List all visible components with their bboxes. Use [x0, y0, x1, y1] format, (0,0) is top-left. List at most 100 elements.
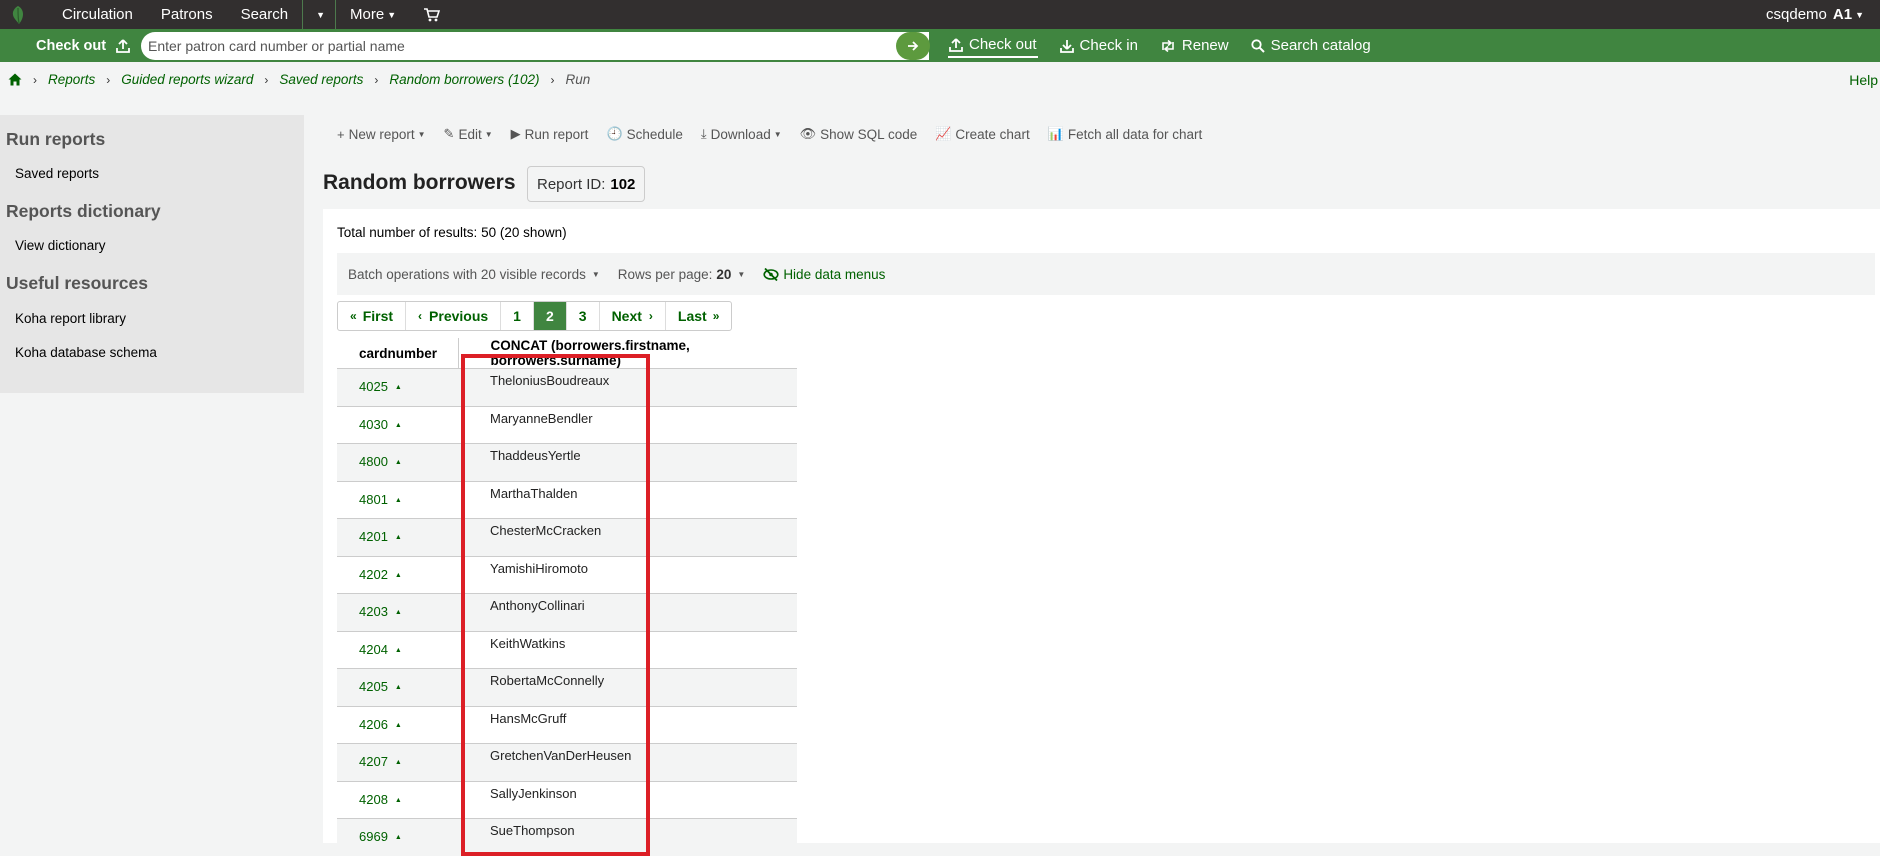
- create-chart-button[interactable]: 📈 Create chart: [935, 126, 1029, 142]
- new-report-button[interactable]: + New report ▼: [337, 127, 426, 142]
- caret-up-icon[interactable]: ▲: [395, 797, 402, 804]
- pagination-page-2[interactable]: 2: [533, 302, 567, 330]
- cardnumber-link[interactable]: 4201: [359, 529, 388, 544]
- cardnumber-link[interactable]: 6969: [359, 829, 388, 844]
- results-total: Total number of results: 50 (20 shown): [337, 225, 567, 240]
- caret-up-icon[interactable]: ▲: [395, 722, 402, 729]
- fetch-all-data-button[interactable]: 📊 Fetch all data for chart: [1048, 126, 1203, 142]
- quick-search-catalog-link[interactable]: Search catalog: [1251, 29, 1371, 62]
- caret-up-icon[interactable]: ▲: [395, 684, 402, 691]
- sidebar-item-koha-database-schema[interactable]: Koha database schema: [0, 345, 157, 360]
- caret-up-icon[interactable]: ▲: [395, 384, 402, 391]
- sidebar-item-saved-reports[interactable]: Saved reports: [0, 166, 99, 181]
- sidebar: Run reports Saved reports Reports dictio…: [0, 115, 304, 393]
- run-report-button[interactable]: ▶ Run report: [511, 126, 589, 142]
- eye-icon: 👁: [799, 126, 817, 141]
- clock-icon: 🕘: [606, 126, 623, 141]
- results-table: cardnumber CONCAT (borrowers.firstname, …: [337, 338, 797, 856]
- nav-search-dropdown[interactable]: ▼: [303, 0, 335, 29]
- cardnumber-link[interactable]: 4801: [359, 492, 388, 507]
- caret-down-icon: ▼: [316, 9, 326, 20]
- eye-slash-icon: [763, 267, 779, 281]
- sidebar-item-view-dictionary[interactable]: View dictionary: [0, 238, 106, 253]
- pagination-previous[interactable]: ‹ Previous: [406, 302, 502, 330]
- table-row: 4204 ▲ KeithWatkins: [337, 630, 797, 669]
- download-label: Download: [710, 126, 771, 142]
- nav-circulation[interactable]: Circulation: [48, 0, 147, 29]
- table-row: 4201 ▲ ChesterMcCracken: [337, 518, 797, 556]
- pagination-previous-label: Previous: [429, 308, 489, 324]
- borrower-name-cell: KeithWatkins: [458, 630, 797, 669]
- breadcrumb-reports[interactable]: Reports: [48, 72, 95, 87]
- user-menu[interactable]: csqdemo A1 ▼: [1766, 0, 1864, 29]
- caret-up-icon[interactable]: ▲: [395, 609, 402, 616]
- cardnumber-link[interactable]: 4800: [359, 454, 388, 469]
- column-header-cardnumber[interactable]: cardnumber: [337, 338, 459, 369]
- rows-per-page-value: 20: [716, 266, 732, 282]
- pagination-page-3[interactable]: 3: [567, 302, 600, 330]
- quick-checkin-link[interactable]: Check in: [1059, 29, 1138, 62]
- edit-button[interactable]: ✎ Edit ▼: [444, 126, 493, 142]
- nav-patrons[interactable]: Patrons: [147, 0, 227, 29]
- caret-up-icon[interactable]: ▲: [395, 497, 402, 504]
- nav-more[interactable]: More ▼: [336, 0, 410, 29]
- table-controls-bar: Batch operations with 20 visible records…: [337, 253, 1875, 295]
- pagination-last[interactable]: Last »: [666, 302, 731, 330]
- hide-data-menus-toggle[interactable]: Hide data menus: [763, 267, 885, 282]
- cardnumber-link[interactable]: 4206: [359, 717, 388, 732]
- cardnumber-link[interactable]: 4204: [359, 642, 388, 657]
- column-header-name[interactable]: CONCAT (borrowers.firstname, borrowers.s…: [458, 338, 797, 369]
- breadcrumb-guided-reports[interactable]: Guided reports wizard: [121, 72, 253, 87]
- cardnumber-link[interactable]: 4030: [359, 417, 388, 432]
- show-sql-button[interactable]: 👁 Show SQL code: [800, 126, 918, 142]
- quick-checkout-link[interactable]: Check out: [948, 34, 1038, 58]
- pagination-page-1[interactable]: 1: [501, 302, 534, 330]
- sidebar-item-koha-report-library[interactable]: Koha report library: [0, 311, 126, 326]
- download-button[interactable]: ⤓ Download ▼: [701, 126, 782, 142]
- cardnumber-cell: 4204 ▲: [337, 630, 458, 669]
- cart-button[interactable]: [410, 0, 454, 29]
- caret-up-icon[interactable]: ▲: [395, 572, 402, 579]
- caret-up-icon[interactable]: ▲: [395, 834, 402, 841]
- cardnumber-cell: 4206 ▲: [337, 705, 458, 744]
- cardnumber-cell: 4202 ▲: [337, 555, 458, 594]
- batch-operations-dropdown[interactable]: Batch operations with 20 visible records…: [348, 267, 600, 282]
- breadcrumb-report[interactable]: Random borrowers (102): [389, 72, 539, 87]
- cardnumber-link[interactable]: 4203: [359, 604, 388, 619]
- edit-label: Edit: [458, 126, 482, 142]
- quick-renew-link[interactable]: Renew: [1160, 29, 1229, 62]
- caret-up-icon[interactable]: ▲: [395, 422, 402, 429]
- caret-up-icon[interactable]: ▲: [395, 759, 402, 766]
- caret-up-icon[interactable]: ▲: [395, 647, 402, 654]
- cardnumber-link[interactable]: 4208: [359, 792, 388, 807]
- submit-search-button[interactable]: [896, 32, 930, 60]
- cart-icon: [424, 7, 441, 21]
- nav-more-label: More: [350, 6, 385, 23]
- nav-search[interactable]: Search: [227, 0, 303, 29]
- breadcrumb-saved-reports[interactable]: Saved reports: [279, 72, 363, 87]
- table-row: 4207 ▲ GretchenVanDerHeusen: [337, 743, 797, 781]
- circulation-quick-links: Check out Check in Renew Search catalog: [948, 29, 1393, 62]
- koha-logo-icon[interactable]: [6, 3, 30, 27]
- cardnumber-link[interactable]: 4025: [359, 379, 388, 394]
- help-link[interactable]: Help: [1849, 72, 1878, 88]
- schedule-button[interactable]: 🕘 Schedule: [606, 126, 682, 142]
- checkout-tab-label: Check out: [36, 37, 107, 54]
- rows-per-page-dropdown[interactable]: Rows per page: 20 ▼: [618, 267, 746, 282]
- download-icon: [1059, 39, 1074, 53]
- user-branch: A1: [1832, 6, 1853, 23]
- cardnumber-link[interactable]: 4205: [359, 679, 388, 694]
- pagination-next[interactable]: Next ›: [600, 302, 666, 330]
- cardnumber-link[interactable]: 4207: [359, 754, 388, 769]
- sidebar-heading-useful-resources: Useful resources: [6, 273, 149, 293]
- upload-icon: [116, 38, 130, 53]
- borrower-name-cell: AnthonyCollinari: [458, 593, 797, 631]
- cardnumber-link[interactable]: 4202: [359, 567, 388, 582]
- caret-up-icon[interactable]: ▲: [395, 459, 402, 466]
- patron-search-input[interactable]: [141, 32, 881, 60]
- home-icon[interactable]: [8, 73, 22, 86]
- pagination-first[interactable]: « First: [338, 302, 407, 330]
- caret-up-icon[interactable]: ▲: [395, 534, 402, 541]
- checkout-tab[interactable]: Check out: [36, 38, 130, 54]
- cardnumber-cell: 4201 ▲: [337, 518, 458, 556]
